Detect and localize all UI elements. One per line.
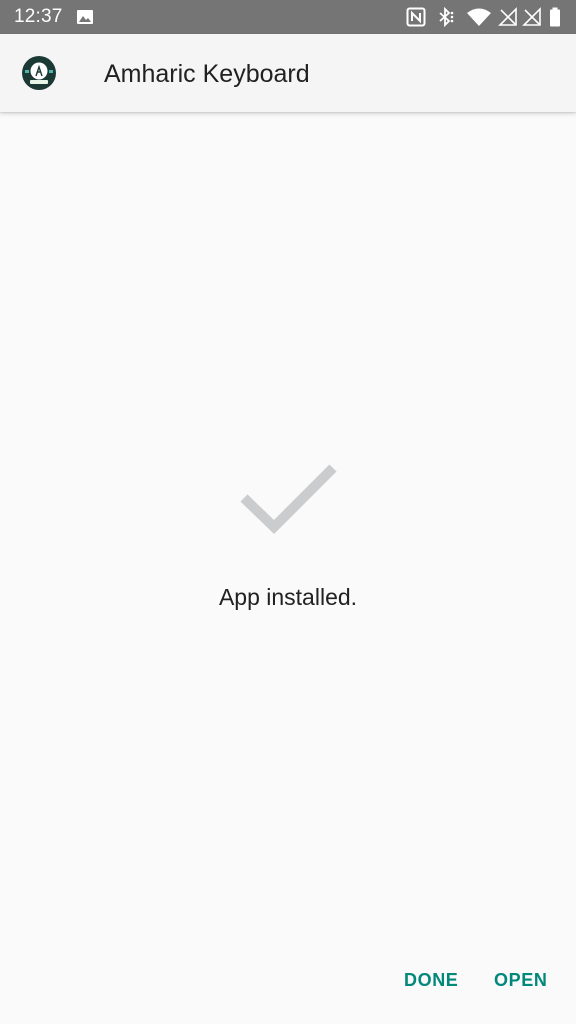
- amharic-keyboard-app-icon: [22, 56, 56, 90]
- wifi-icon: [467, 8, 491, 26]
- bluetooth-icon: [439, 7, 454, 27]
- app-title: Amharic Keyboard: [104, 60, 310, 88]
- status-bar: 12:37: [0, 0, 576, 34]
- signal-2-icon: [522, 7, 541, 26]
- battery-icon: [550, 7, 560, 27]
- done-button[interactable]: DONE: [404, 964, 460, 996]
- install-status-message: App installed.: [218, 584, 358, 610]
- app-bar: Amharic Keyboard: [0, 34, 576, 112]
- open-button[interactable]: OPEN: [494, 964, 550, 996]
- signal-1-icon: [498, 7, 517, 26]
- checkmark-icon: [240, 464, 337, 535]
- status-time: 12:37: [14, 6, 63, 27]
- nfc-icon: [406, 7, 426, 27]
- image-icon: [77, 10, 93, 24]
- installer-screen: 12:37 Amharic Keyboard App installed. DO…: [0, 0, 576, 1024]
